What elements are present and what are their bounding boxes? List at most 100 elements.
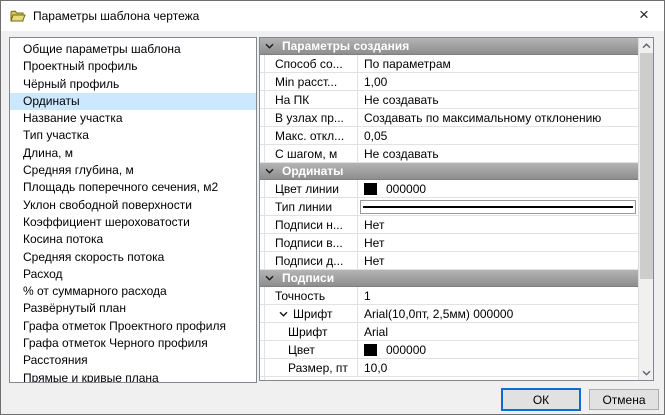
property-value[interactable]: 1: [358, 287, 638, 304]
property-label-text: Шрифт: [293, 307, 332, 321]
property-label-text: Шрифт: [288, 325, 327, 339]
sidebar-item[interactable]: Тип участка: [10, 127, 256, 144]
property-label: Подписи в...: [260, 234, 358, 251]
property-value-text: Создавать по максимальному отклонению: [364, 111, 601, 125]
property-label: На ПК: [260, 91, 358, 108]
property-label-text: Подписи в...: [275, 236, 343, 250]
chevron-down-icon[interactable]: [279, 311, 288, 317]
property-label-text: Цвет: [288, 343, 315, 357]
scrollbar-thumb[interactable]: [640, 53, 653, 279]
property-value[interactable]: Не создавать: [358, 91, 638, 108]
line-type-preview[interactable]: [360, 200, 636, 214]
property-label-text: С шагом, м: [275, 147, 337, 161]
property-row: Точность 1: [260, 287, 638, 305]
section-header[interactable]: Параметры создания: [260, 38, 638, 55]
sidebar-item[interactable]: Косина потока: [10, 231, 256, 248]
section-header[interactable]: Ординаты: [260, 163, 638, 180]
sidebar-item[interactable]: Средняя глубина, м: [10, 162, 256, 179]
property-value-text: 1,00: [364, 75, 387, 89]
property-value[interactable]: [358, 198, 638, 215]
sidebar-item[interactable]: Прямые и кривые плана: [10, 370, 256, 383]
property-value[interactable]: Arial: [358, 323, 638, 340]
sidebar-item[interactable]: Графа отметок Черного профиля: [10, 335, 256, 352]
property-label: Точность: [260, 287, 358, 304]
sidebar-item[interactable]: Средняя скорость потока: [10, 249, 256, 266]
property-label-text: Подписи н...: [275, 218, 343, 232]
property-label: Шрифт: [260, 323, 358, 340]
section-title: Параметры создания: [282, 39, 409, 53]
property-row: С шагом, м Не создавать: [260, 145, 638, 163]
property-row: Цвет линии 000000: [260, 180, 638, 198]
sidebar-item[interactable]: Проектный профиль: [10, 58, 256, 75]
property-value[interactable]: По параметрам: [358, 55, 638, 72]
color-swatch[interactable]: [364, 344, 377, 356]
property-value-text: 1: [364, 289, 371, 303]
sidebar-item[interactable]: Общие параметры шаблона: [10, 41, 256, 58]
property-value-text: Нет: [364, 236, 384, 250]
folder-icon: [10, 9, 26, 23]
property-label: Способ со...: [260, 55, 358, 72]
sidebar-item[interactable]: Графа отметок Проектного профиля: [10, 318, 256, 335]
property-value-text: Не создавать: [364, 147, 439, 161]
property-row: В узлах пр... Создавать по максимальному …: [260, 109, 638, 127]
property-label-text: Размер, пт: [288, 361, 348, 375]
property-label: Размер, пт: [260, 359, 358, 376]
sidebar-item[interactable]: Название участка: [10, 110, 256, 127]
cancel-button[interactable]: Отмена: [589, 389, 659, 410]
property-row: Min расст... 1,00: [260, 73, 638, 91]
color-hex-value: 000000: [386, 182, 426, 196]
property-grid-body: Параметры создания Способ со...По парамет…: [260, 38, 638, 380]
property-value[interactable]: Не создавать: [358, 145, 638, 162]
property-row: Тип линии: [260, 198, 638, 216]
property-value-text: Не создавать: [364, 93, 439, 107]
scroll-down-icon[interactable]: [639, 365, 654, 380]
property-label: Тип линии: [260, 198, 358, 215]
property-value[interactable]: Нет: [358, 216, 638, 233]
property-row: Подписи н... Нет: [260, 216, 638, 234]
sidebar-item[interactable]: Расход: [10, 266, 256, 283]
property-label: Min расст...: [260, 73, 358, 90]
property-value[interactable]: 000000: [358, 341, 638, 358]
property-label: Макс. откл...: [260, 127, 358, 144]
ok-button[interactable]: ОК: [501, 388, 581, 411]
property-value[interactable]: 1,00: [358, 73, 638, 90]
sidebar-item[interactable]: Площадь поперечного сечения, м2: [10, 179, 256, 196]
close-button[interactable]: ×: [624, 1, 664, 29]
property-label: Цвет: [260, 341, 358, 358]
section-header[interactable]: Подписи: [260, 270, 638, 287]
property-value[interactable]: Нет: [358, 252, 638, 269]
scroll-up-icon[interactable]: [639, 38, 654, 53]
property-value[interactable]: 000000: [358, 180, 638, 197]
property-value[interactable]: Создавать по максимальному отклонению: [358, 109, 638, 126]
property-value[interactable]: Нет: [358, 234, 638, 251]
property-value-text: Нет: [364, 218, 384, 232]
sidebar-item[interactable]: % от суммарного расхода: [10, 283, 256, 300]
titlebar: Параметры шаблона чертежа ×: [1, 1, 664, 31]
property-label: В узлах пр...: [260, 109, 358, 126]
property-label-text: Цвет линии: [275, 182, 339, 196]
sidebar-item[interactable]: Длина, м: [10, 145, 256, 162]
property-label-text: Макс. откл...: [275, 129, 344, 143]
property-label-text: Тип линии: [275, 200, 332, 214]
sidebar-item[interactable]: Чёрный профиль: [10, 76, 256, 93]
vertical-scrollbar[interactable]: [638, 38, 653, 380]
sidebar-item[interactable]: Расстояния: [10, 352, 256, 369]
chevron-down-icon: [265, 275, 274, 281]
property-value[interactable]: 10,0: [358, 359, 638, 376]
property-label: С шагом, м: [260, 145, 358, 162]
sidebar-item[interactable]: Развёрнутый план: [10, 300, 256, 317]
property-row: Шрифт Arial(10,0пт, 2,5мм) 000000: [260, 305, 638, 323]
partial-row: [260, 377, 638, 380]
property-value[interactable]: 0,05: [358, 127, 638, 144]
property-value[interactable]: Arial(10,0пт, 2,5мм) 000000: [358, 305, 638, 322]
property-value-text: Arial(10,0пт, 2,5мм) 000000: [364, 307, 513, 321]
chevron-down-icon: [265, 43, 274, 49]
property-label-text: Min расст...: [275, 75, 337, 89]
template-sections-list: Общие параметры шаблонаПроектный профиль…: [9, 37, 257, 383]
sidebar-item[interactable]: Уклон свободной поверхности: [10, 197, 256, 214]
sidebar-item[interactable]: Ординаты: [10, 93, 256, 110]
color-swatch[interactable]: [364, 183, 377, 195]
drawing-template-parameters-dialog: Параметры шаблона чертежа × Общие параме…: [0, 0, 665, 415]
property-row: Способ со...По параметрам: [260, 55, 638, 73]
sidebar-item[interactable]: Коэффициент шероховатости: [10, 214, 256, 231]
